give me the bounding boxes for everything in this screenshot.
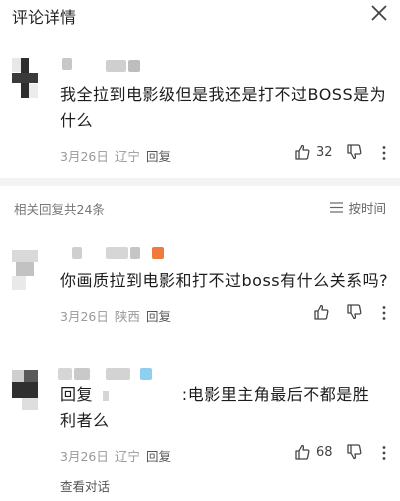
- sort-lines-icon: [330, 202, 344, 213]
- section-divider: [0, 178, 400, 186]
- replies-header: 相关回复共24条 按时间: [0, 186, 400, 228]
- comment-location: 辽宁: [114, 149, 140, 164]
- reply-count: 相关回复共24条: [14, 202, 105, 217]
- avatar[interactable]: [12, 250, 38, 290]
- reply-date: 3月26日: [60, 449, 109, 464]
- reply-meta: 3月26日 陕西: [60, 306, 140, 325]
- comment-meta: 3月26日 辽宁: [60, 146, 140, 165]
- thumbs-down-icon[interactable]: [346, 444, 362, 460]
- page-title: 评论详情: [12, 8, 77, 27]
- more-vertical-icon[interactable]: [379, 445, 389, 461]
- like-button[interactable]: 32: [294, 144, 333, 160]
- like-count: 32: [316, 144, 333, 160]
- more-vertical-icon[interactable]: [379, 305, 389, 321]
- more-vertical-icon[interactable]: [379, 145, 389, 161]
- level-badge: [140, 368, 152, 380]
- reply-date: 3月26日: [60, 309, 109, 324]
- reply-text-line: 利者么: [60, 411, 110, 430]
- sort-button[interactable]: 按时间: [330, 198, 386, 217]
- level-badge: [152, 247, 164, 259]
- reply-prefix: 回复: [60, 385, 94, 404]
- reply-meta: 3月26日 辽宁: [60, 446, 140, 465]
- reply-button[interactable]: 回复: [146, 306, 171, 325]
- main-comment: 我全拉到电影级但是我还是打不过BOSS是为 什么 3月26日 辽宁 回复 32: [0, 40, 400, 175]
- reply-button[interactable]: 回复: [146, 446, 171, 465]
- sort-label: 按时间: [348, 201, 386, 216]
- thumbs-down-icon[interactable]: [346, 304, 362, 320]
- mentioned-user-blurred[interactable]: [102, 390, 109, 401]
- reply-text-line: 你画质拉到电影和打不过boss有什么关系吗?: [60, 271, 389, 290]
- reply-text: :电影里主角最后不都是胜: [181, 385, 370, 404]
- reply-location: 辽宁: [114, 449, 140, 464]
- reply-item: 你画质拉到电影和打不过boss有什么关系吗? 3月26日 陕西 回复: [0, 238, 400, 338]
- thumbs-down-icon[interactable]: [346, 144, 362, 160]
- view-conversation-link[interactable]: 查看对话: [60, 476, 110, 495]
- reply-location: 陕西: [114, 309, 140, 324]
- thumbs-up-icon: [295, 144, 310, 160]
- page-header: 评论详情: [0, 0, 400, 30]
- comment-text-line: 什么: [60, 111, 94, 130]
- comment-date: 3月26日: [60, 149, 109, 164]
- comment-text-line: 我全拉到电影级但是我还是打不过BOSS是为: [60, 85, 387, 104]
- thumbs-up-icon[interactable]: [313, 304, 329, 320]
- like-count: 68: [316, 444, 333, 460]
- reply-text-line: 回复 :电影里主角最后不都是胜: [60, 380, 369, 409]
- reply-button[interactable]: 回复: [146, 146, 171, 165]
- avatar[interactable]: [12, 370, 38, 410]
- avatar[interactable]: [12, 58, 38, 98]
- like-button[interactable]: 68: [294, 444, 333, 460]
- thumbs-up-icon: [295, 444, 310, 460]
- close-icon[interactable]: [368, 2, 390, 24]
